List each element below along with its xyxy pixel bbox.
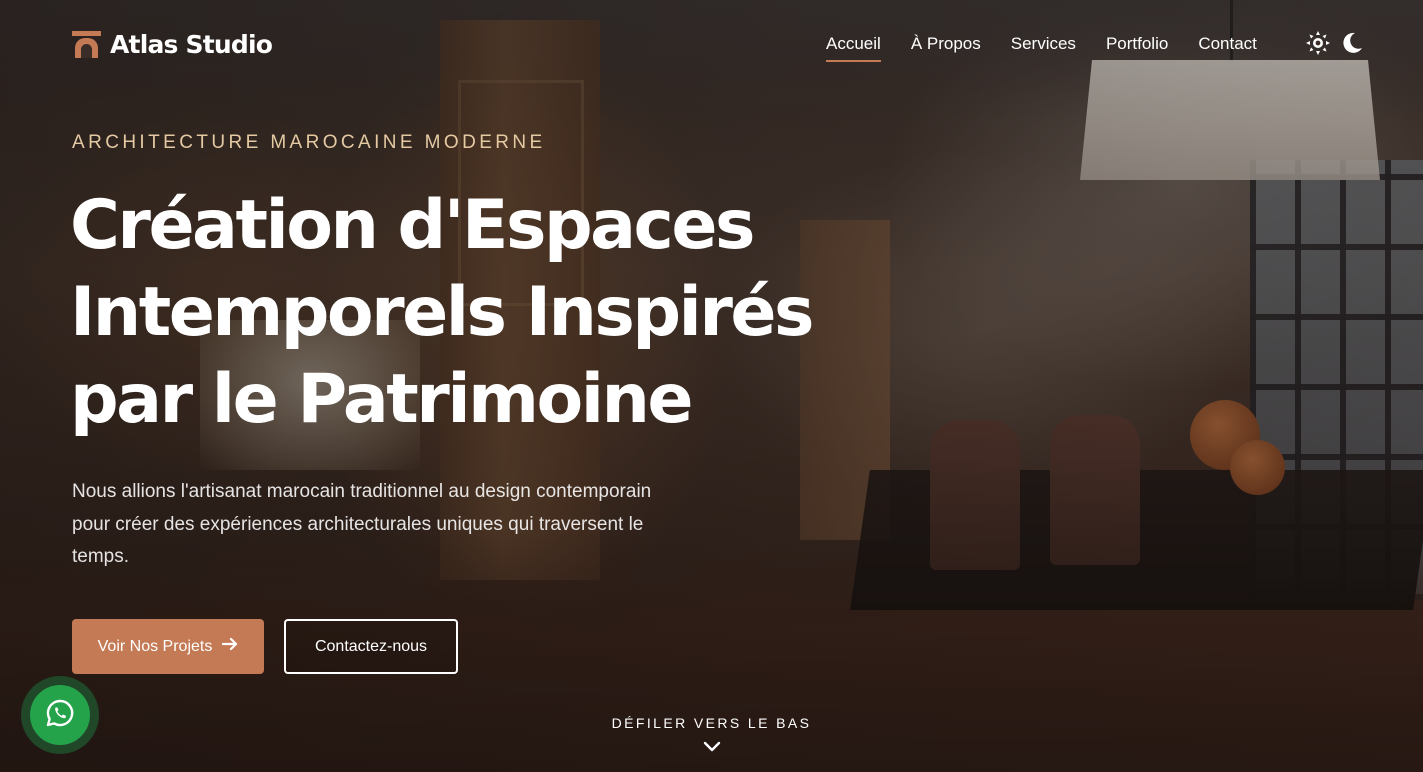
hero-title: Création d'Espaces Intemporels Inspirés … [70, 182, 890, 443]
sun-icon[interactable] [1306, 31, 1330, 55]
nav-item-portfolio[interactable]: Portfolio [1106, 34, 1168, 60]
arrow-right-icon [222, 637, 238, 656]
theme-toggle [1306, 31, 1364, 55]
nav-item-a-propos[interactable]: À Propos [911, 34, 981, 60]
moon-icon[interactable] [1340, 31, 1364, 55]
contact-us-button[interactable]: Contactez-nous [284, 619, 458, 674]
nav-item-services[interactable]: Services [1011, 34, 1076, 60]
nav-item-accueil[interactable]: Accueil [826, 34, 881, 62]
scroll-label: DÉFILER VERS LE BAS [611, 715, 812, 731]
scroll-indicator[interactable]: DÉFILER VERS LE BAS [0, 715, 1423, 756]
hero-description: Nous allions l'artisanat marocain tradit… [72, 481, 652, 567]
whatsapp-button[interactable] [21, 676, 99, 754]
main-nav: Accueil À Propos Services Portfolio Cont… [826, 34, 1257, 62]
chevron-down-icon [703, 737, 721, 752]
nav-item-contact[interactable]: Contact [1198, 34, 1257, 60]
site-header: Atlas Studio Accueil À Propos Services P… [0, 0, 1423, 90]
contact-us-label: Contactez-nous [314, 637, 428, 655]
view-projects-button[interactable]: Voir Nos Projets [72, 619, 264, 674]
arch-logo-icon [72, 31, 101, 58]
brand-name: Atlas Studio [110, 30, 273, 59]
hero-title-line: Création d'Espaces [70, 186, 755, 265]
view-projects-label: Voir Nos Projets [97, 637, 213, 655]
hero-eyebrow: ARCHITECTURE MAROCAINE MODERNE [72, 132, 546, 153]
hero-title-line: Intemporels Inspirés [70, 273, 815, 352]
whatsapp-icon [45, 698, 75, 732]
logo[interactable]: Atlas Studio [72, 30, 273, 59]
hero-title-line: par le Patrimoine [70, 360, 694, 439]
